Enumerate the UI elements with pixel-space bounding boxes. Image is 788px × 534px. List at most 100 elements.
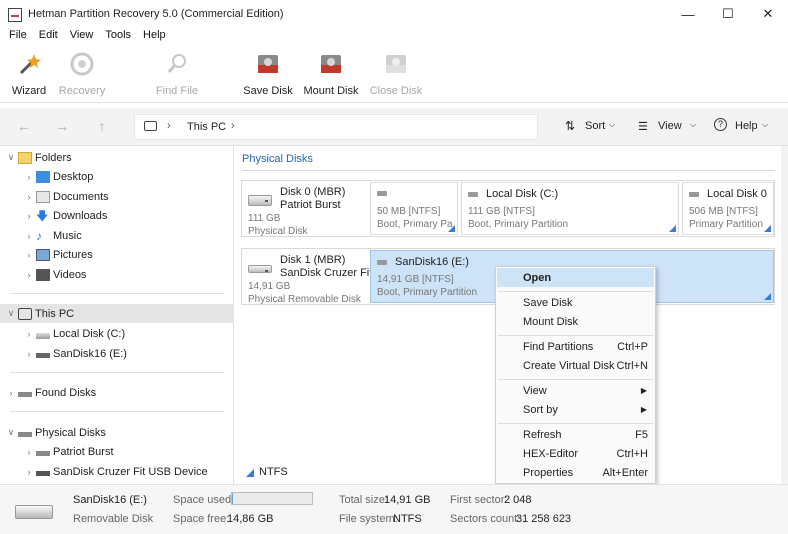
partition-tile[interactable]: Local Disk 0 506 MB [NTFS] Primary Parti… (682, 182, 774, 235)
menu-tools[interactable]: Tools (99, 28, 137, 45)
sidebar-folders[interactable]: ∨ Folders (0, 148, 234, 167)
collapse-chevron-icon[interactable]: › (22, 270, 36, 280)
collapse-chevron-icon[interactable]: › (22, 231, 36, 241)
context-mount-disk[interactable]: Mount Disk (497, 312, 654, 331)
context-hex-editor[interactable]: HEX-Editor Ctrl+H (497, 444, 654, 463)
maximize-button[interactable]: ☐ (708, 0, 748, 28)
expand-chevron-icon[interactable]: ∨ (4, 427, 18, 438)
context-refresh[interactable]: Refresh F5 (497, 425, 654, 444)
collapse-chevron-icon[interactable]: › (22, 329, 36, 339)
sidebar-this-pc[interactable]: ∨ This PC (0, 304, 234, 323)
drive-icon (36, 451, 50, 456)
sidebar-found-disks[interactable]: › Found Disks (0, 383, 234, 402)
collapse-chevron-icon[interactable]: › (22, 192, 36, 202)
address-bar[interactable]: › This PC › (134, 114, 538, 140)
drive-icon (18, 392, 32, 397)
sidebar-tree: ∨ Folders › Desktop › Documents › 🡇 Down… (0, 146, 234, 484)
menu-file[interactable]: File (0, 28, 33, 45)
space-used-gauge (231, 492, 313, 505)
section-title: Physical Disks (242, 153, 313, 165)
sidebar-item-desktop[interactable]: › Desktop (0, 167, 234, 186)
forward-arrow-icon[interactable]: → (52, 118, 72, 136)
partition-tile[interactable]: Local Disk (C:) 111 GB [NTFS] Boot, Prim… (461, 182, 679, 235)
collapse-chevron-icon[interactable]: › (22, 250, 36, 260)
collapse-chevron-icon[interactable]: › (22, 447, 36, 457)
context-open[interactable]: Open (497, 268, 654, 287)
collapse-chevron-icon[interactable]: › (22, 211, 36, 221)
search-icon (164, 51, 190, 77)
sidebar-divider (10, 372, 224, 373)
recovery-button[interactable]: Recovery (59, 51, 105, 101)
help-icon: ? (714, 118, 727, 131)
save-disk-icon (255, 51, 281, 77)
context-find-partitions[interactable]: Find Partitions Ctrl+P (497, 337, 654, 356)
disk-row-0[interactable]: Disk 0 (MBR) Patriot Burst 111 GB Physic… (241, 180, 775, 237)
collapse-chevron-icon[interactable]: › (22, 172, 36, 182)
back-arrow-icon[interactable]: ← (14, 118, 34, 136)
sidebar-divider (10, 411, 224, 412)
sidebar-item-pictures[interactable]: › Pictures (0, 245, 234, 264)
corner-marker-icon (764, 225, 771, 232)
sidebar-item-videos[interactable]: › Videos (0, 265, 234, 284)
title-bar: Hetman Partition Recovery 5.0 (Commercia… (0, 0, 788, 28)
collapse-chevron-icon[interactable]: › (4, 388, 18, 398)
disk-info[interactable]: Disk 0 (MBR) Patriot Burst 111 GB Physic… (242, 181, 370, 237)
breadcrumb-separator-icon: › (167, 120, 171, 132)
menu-bar: File Edit View Tools Help (0, 28, 788, 45)
removable-disk-icon (15, 505, 53, 519)
help-chevron-icon: ⌵ (762, 120, 769, 129)
collapse-chevron-icon[interactable]: › (22, 349, 36, 359)
sidebar-physical-disks[interactable]: ∨ Physical Disks (0, 423, 234, 442)
context-properties[interactable]: Properties Alt+Enter (497, 463, 654, 482)
vertical-scrollbar[interactable] (781, 146, 788, 484)
view-button[interactable]: View (658, 120, 682, 132)
sidebar-item-downloads[interactable]: › 🡇 Downloads (0, 206, 234, 225)
save-disk-button[interactable]: Save Disk (243, 51, 293, 101)
sidebar-item-documents[interactable]: › Documents (0, 187, 234, 206)
menu-separator (498, 379, 653, 380)
context-create-virtual-disk[interactable]: Create Virtual Disk Ctrl+N (497, 356, 654, 375)
up-arrow-icon[interactable]: ↑ (92, 118, 112, 136)
expand-chevron-icon[interactable]: ∨ (4, 308, 18, 319)
expand-chevron-icon[interactable]: ∨ (4, 152, 18, 163)
disk-info[interactable]: Disk 1 (MBR) SanDisk Cruzer Fit U 14,91 … (242, 249, 383, 305)
drive-icon (18, 432, 32, 437)
find-file-button[interactable]: Find File (155, 51, 199, 101)
sidebar-item-patriot-burst[interactable]: › Patriot Burst (0, 442, 234, 461)
hard-disk-icon (248, 195, 272, 206)
sidebar-item-music[interactable]: › ♪ Music (0, 226, 234, 245)
status-bar: SanDisk16 (E:) Removable Disk Space used… (0, 484, 788, 534)
close-button[interactable]: ✕ (748, 0, 788, 28)
context-sort-by[interactable]: Sort by ▶ (497, 400, 654, 419)
recovery-icon (69, 51, 95, 77)
help-button[interactable]: Help (735, 120, 758, 132)
sidebar-item-sandisk-cruzer[interactable]: › SanDisk Cruzer Fit USB Device (0, 462, 234, 481)
breadcrumb[interactable]: This PC (187, 121, 226, 133)
breadcrumb-chevron-icon[interactable]: › (231, 120, 235, 132)
space-used-fill (232, 493, 233, 504)
submenu-arrow-icon: ▶ (640, 405, 647, 414)
usb-drive-icon (36, 353, 50, 358)
sidebar-item-sandisk16[interactable]: › SanDisk16 (E:) (0, 344, 234, 363)
minimize-button[interactable]: — (668, 0, 708, 28)
sort-button[interactable]: Sort (585, 120, 605, 132)
context-view[interactable]: View ▶ (497, 381, 654, 400)
wizard-button[interactable]: Wizard (12, 51, 46, 101)
menu-help[interactable]: Help (137, 28, 172, 45)
window-title: Hetman Partition Recovery 5.0 (Commercia… (28, 8, 284, 20)
menu-view[interactable]: View (64, 28, 100, 45)
status-disk-type: Removable Disk (73, 513, 154, 525)
collapse-chevron-icon[interactable]: › (22, 467, 36, 477)
close-disk-button[interactable]: Close Disk (370, 51, 422, 101)
videos-icon (36, 268, 50, 281)
status-total-size: 14,91 GB (384, 494, 431, 506)
pictures-icon (36, 248, 50, 261)
mount-disk-button[interactable]: Mount Disk (303, 51, 359, 101)
menu-edit[interactable]: Edit (33, 28, 64, 45)
folder-icon (18, 151, 32, 164)
sidebar-item-local-disk-c[interactable]: › Local Disk (C:) (0, 324, 234, 343)
partition-tile[interactable]: 50 MB [NTFS] Boot, Primary Pa (370, 182, 458, 235)
context-menu: Open Save Disk Mount Disk Find Partition… (495, 266, 656, 484)
toolbar: Wizard Recovery Find File Save Disk Moun… (0, 45, 788, 103)
context-save-disk[interactable]: Save Disk (497, 293, 654, 312)
